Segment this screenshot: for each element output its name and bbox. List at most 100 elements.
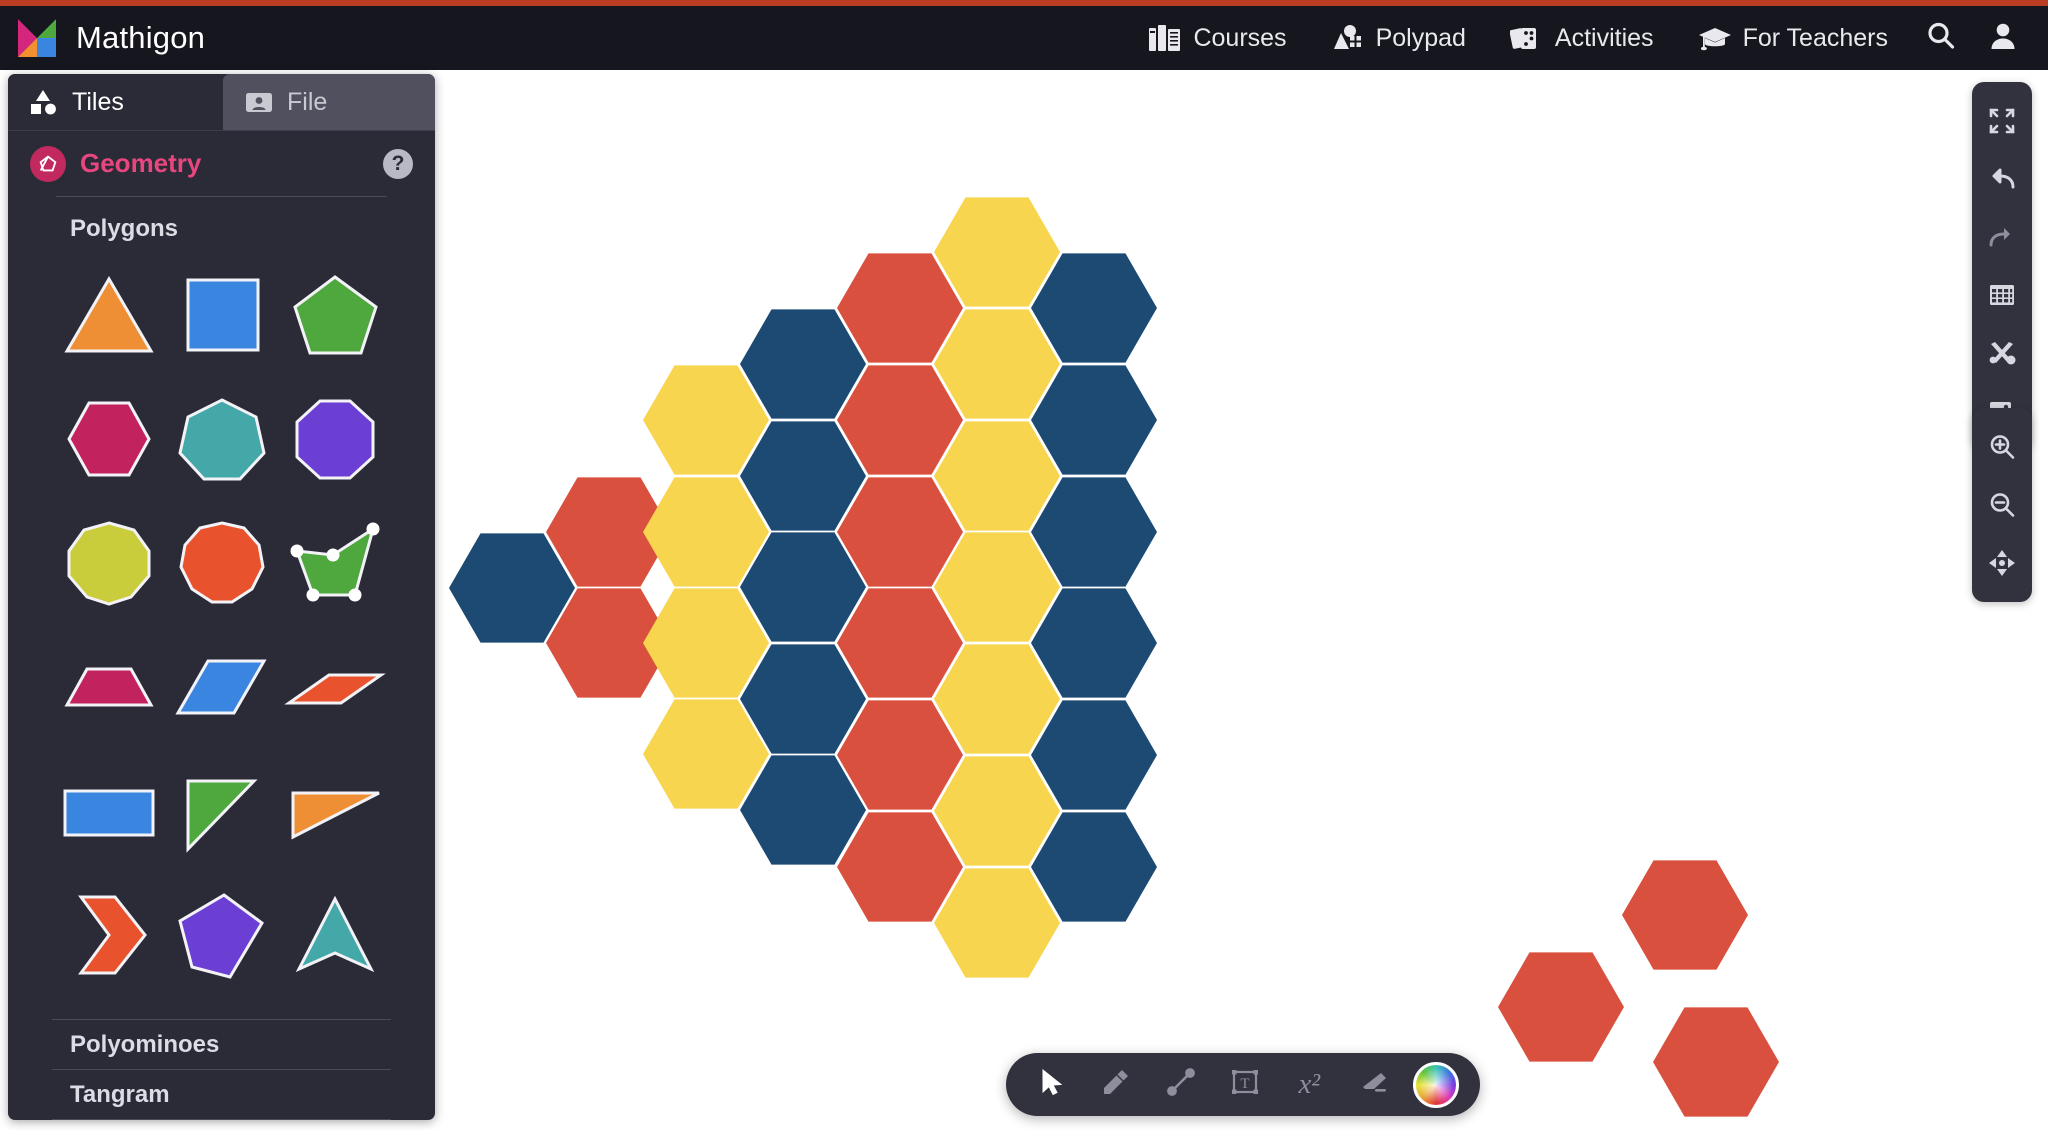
zoom-out-button[interactable] — [1972, 476, 2032, 534]
text-tool-button[interactable]: T — [1220, 1060, 1270, 1110]
line-tool-button[interactable] — [1156, 1060, 1206, 1110]
fullscreen-icon — [1987, 106, 2017, 136]
menu-item-polyominoes[interactable]: Polyominoes — [52, 1019, 391, 1069]
text-icon: T — [1230, 1067, 1260, 1102]
redo-button[interactable] — [1972, 208, 2032, 266]
tab-file[interactable]: File — [223, 74, 435, 130]
hexagon-tile[interactable] — [837, 365, 963, 475]
hexagon-tile[interactable] — [643, 588, 769, 698]
section-title-polygons: Polygons — [70, 215, 179, 242]
hexagon-tile[interactable] — [934, 868, 1060, 978]
shape-heptagon[interactable] — [165, 377, 278, 501]
hexagon-tile[interactable] — [1031, 253, 1157, 363]
shape-custom-polygon[interactable] — [278, 501, 391, 625]
shape-right-triangle[interactable] — [165, 749, 278, 873]
hexagon-tile[interactable] — [837, 253, 963, 363]
tile-category-list: Polyominoes Tangram Penrose Tiles — [52, 1019, 391, 1120]
shape-square[interactable] — [165, 253, 278, 377]
eraser-tool-button[interactable] — [1349, 1060, 1399, 1110]
undo-icon — [1987, 164, 2017, 194]
pan-button[interactable] — [1972, 534, 2032, 592]
tab-label-file: File — [287, 87, 328, 116]
shape-scalene-triangle[interactable] — [278, 749, 391, 873]
nav-label-courses: Courses — [1193, 23, 1287, 52]
folder-icon — [245, 89, 273, 115]
hexagon-tile[interactable] — [934, 197, 1060, 307]
shape-decagon[interactable] — [165, 501, 278, 625]
cards-icon — [1509, 23, 1544, 53]
view-toolbar — [1972, 82, 2032, 450]
nav-label-activities: Activities — [1554, 23, 1654, 52]
hexagon-tile[interactable] — [934, 421, 1060, 531]
panel-header: Geometry ? — [8, 130, 435, 196]
hexagon-tile[interactable] — [740, 309, 866, 419]
fullscreen-button[interactable] — [1972, 92, 2032, 150]
hexagon-tile[interactable] — [1031, 588, 1157, 698]
polypad-icon — [1331, 23, 1365, 53]
hexagon-tile[interactable] — [837, 812, 963, 922]
menu-item-penrose-tiles[interactable]: Penrose Tiles — [52, 1119, 391, 1120]
tab-tiles[interactable]: Tiles — [8, 74, 223, 130]
help-button[interactable]: ? — [383, 148, 413, 179]
bottom-toolbar: T x² — [1006, 1053, 1480, 1116]
nav-item-activities[interactable]: Activities — [1488, 6, 1676, 70]
pointer-tool-button[interactable] — [1027, 1060, 1077, 1110]
tab-label-tiles: Tiles — [72, 87, 124, 116]
shape-hexagon[interactable] — [52, 377, 165, 501]
eraser-icon — [1359, 1067, 1389, 1102]
nav-item-for-teachers[interactable]: For Teachers — [1676, 6, 1910, 70]
shape-rhombus-wide[interactable] — [165, 625, 278, 749]
undo-button[interactable] — [1972, 150, 2032, 208]
shape-rectangle[interactable] — [52, 749, 165, 873]
hexagon-tile[interactable] — [1622, 860, 1748, 970]
hexagon-tile[interactable] — [740, 421, 866, 531]
shape-nonagon[interactable] — [52, 501, 165, 625]
shape-trapezoid[interactable] — [52, 625, 165, 749]
hexagon-tile[interactable] — [934, 309, 1060, 419]
shape-octagon[interactable] — [278, 377, 391, 501]
hexagon-tile[interactable] — [837, 588, 963, 698]
shape-arrowhead[interactable] — [278, 873, 391, 997]
hexagon-tile[interactable] — [1653, 1007, 1779, 1117]
brand[interactable]: Mathigon — [16, 17, 205, 59]
shape-triangle[interactable] — [52, 253, 165, 377]
zoom-toolbar — [1972, 408, 2032, 602]
equation-tool-button[interactable]: x² — [1284, 1060, 1334, 1110]
pan-icon — [1987, 548, 2017, 578]
sidebar-tabs: Tiles File — [8, 74, 435, 130]
hexagon-tile[interactable] — [1031, 812, 1157, 922]
pen-icon — [1101, 1067, 1131, 1102]
brand-name: Mathigon — [76, 20, 206, 55]
nav-links: Courses Polypad Activities For Teachers — [1126, 6, 2048, 70]
main-navbar: Mathigon Courses Polypad Activities For … — [0, 6, 2048, 70]
shape-chevron[interactable] — [52, 873, 165, 997]
hexagon-tile[interactable] — [643, 365, 769, 475]
account-button[interactable] — [1972, 6, 2034, 70]
menu-item-tangram[interactable]: Tangram — [52, 1069, 391, 1119]
hexagon-tile[interactable] — [1031, 700, 1157, 810]
shape-rhombus-thin[interactable] — [278, 625, 391, 749]
grid-icon — [1987, 280, 2017, 310]
books-icon — [1148, 23, 1182, 53]
zoom-in-button[interactable] — [1972, 418, 2032, 476]
pen-tool-button[interactable] — [1091, 1060, 1141, 1110]
hexagon-tile[interactable] — [1031, 365, 1157, 475]
shape-pentagon[interactable] — [278, 253, 391, 377]
hexagon-tile[interactable] — [1498, 952, 1624, 1062]
tiles-sidebar: Tiles File Geometry ? Polygons Polyomino… — [8, 74, 435, 1120]
grid-button[interactable] — [1972, 266, 2032, 324]
equation-icon: x² — [1298, 1068, 1321, 1100]
shape-grid — [8, 249, 435, 1011]
search-button[interactable] — [1910, 6, 1972, 70]
hexagon-tile[interactable] — [934, 644, 1060, 754]
nav-item-courses[interactable]: Courses — [1126, 6, 1308, 70]
mathigon-logo-icon — [16, 17, 58, 59]
nav-item-polypad[interactable]: Polypad — [1309, 6, 1488, 70]
nav-label-for-teachers: For Teachers — [1742, 23, 1888, 52]
hexagon-tile[interactable] — [934, 756, 1060, 866]
zoom-out-icon — [1987, 490, 2017, 520]
tools-button[interactable] — [1972, 324, 2032, 382]
shape-kite[interactable] — [165, 873, 278, 997]
color-wheel-button[interactable] — [1412, 1061, 1459, 1108]
user-icon — [1987, 20, 2019, 57]
